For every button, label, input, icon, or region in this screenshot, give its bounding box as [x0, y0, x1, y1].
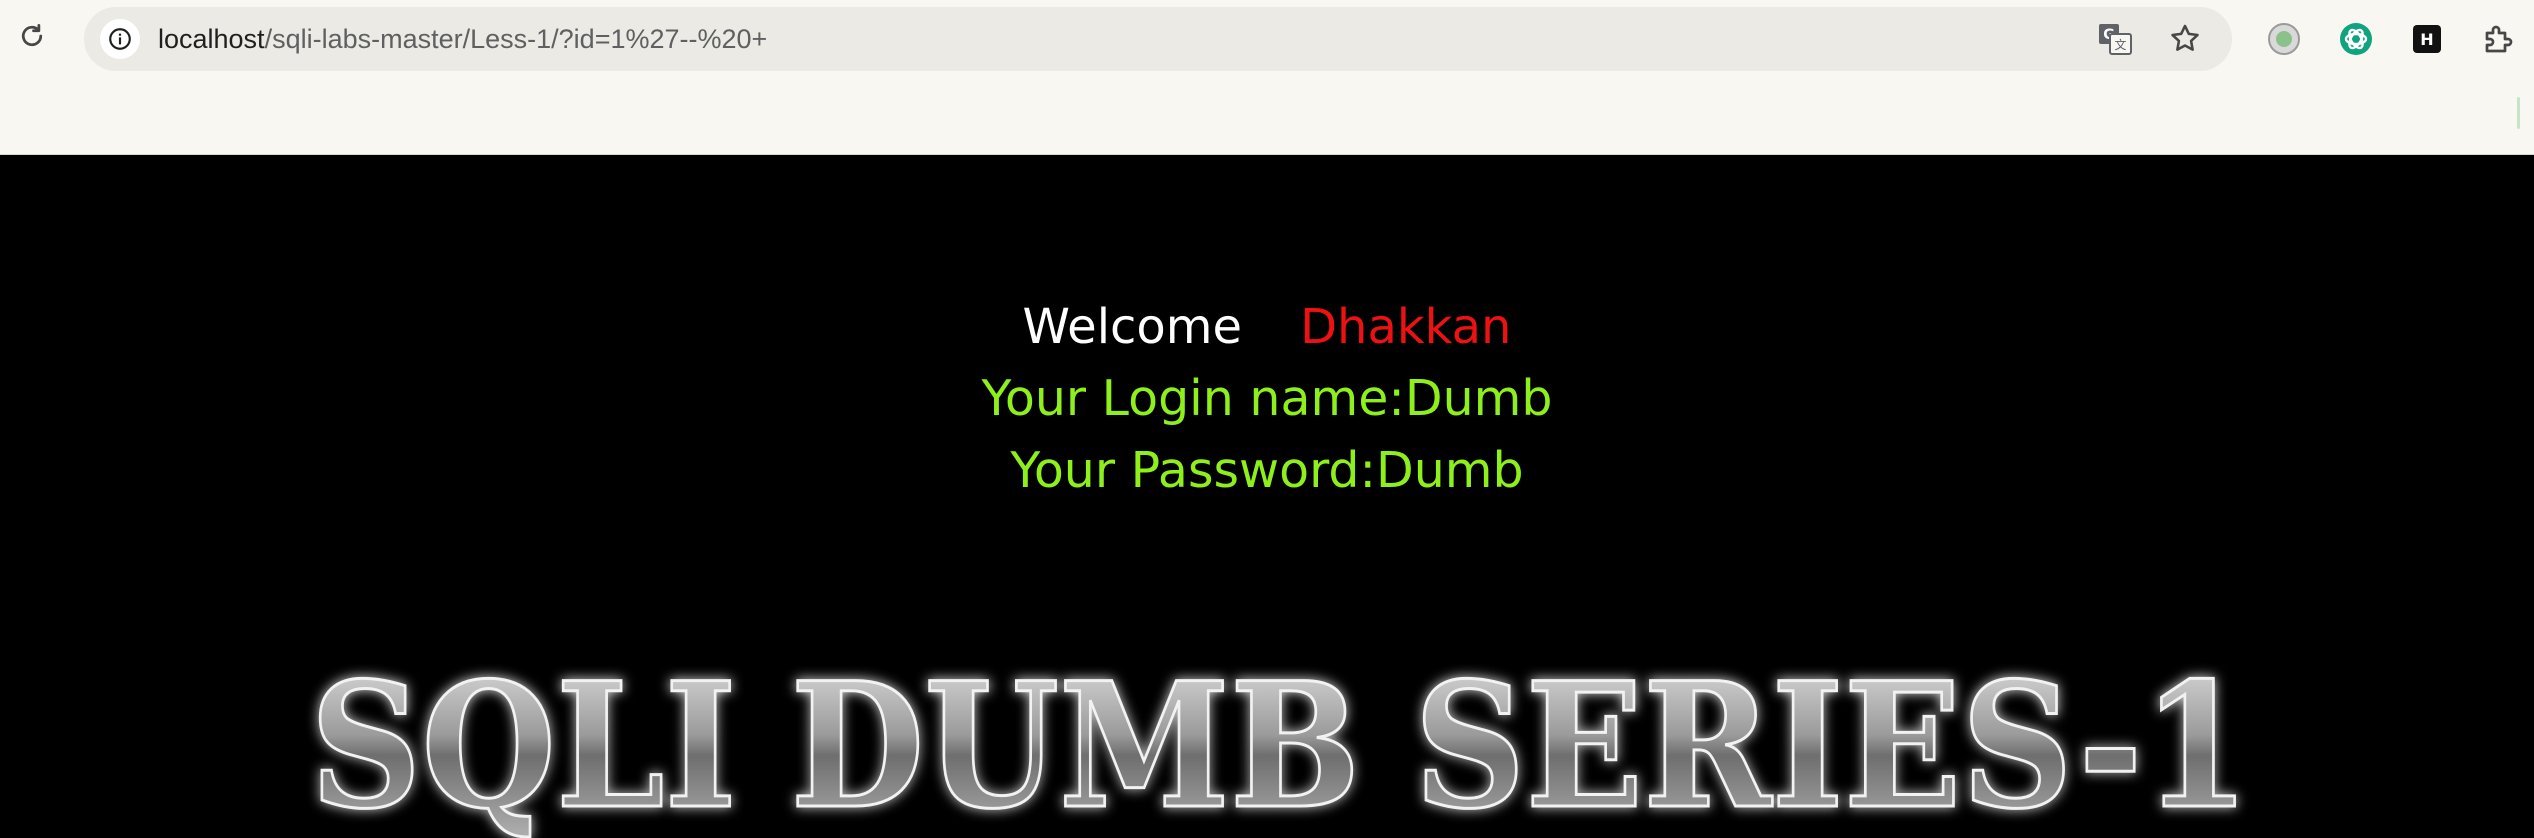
url-text[interactable]: localhost/sqli-labs-master/Less-1/?id=1%…	[158, 22, 767, 56]
sqli-dumb-series-banner: SQLI DUMB SERIES-1	[309, 646, 2252, 838]
url-host: localhost	[158, 24, 265, 54]
welcome-line: Welcome Dhakkan	[0, 296, 2534, 358]
password-text: Your Password:Dumb	[1010, 442, 1524, 499]
h-extension-icon[interactable]: H	[2408, 20, 2446, 58]
svg-text:H: H	[2420, 30, 2433, 49]
welcome-word: Welcome	[1022, 299, 1243, 355]
browser-toolbar: localhost/sqli-labs-master/Less-1/?id=1%…	[0, 0, 2534, 155]
star-icon[interactable]	[2166, 21, 2204, 57]
address-bar[interactable]: localhost/sqli-labs-master/Less-1/?id=1%…	[84, 7, 2232, 71]
chatgpt-icon[interactable]	[2337, 20, 2375, 58]
url-path: /sqli-labs-master/Less-1/?id=1%27--%20+	[264, 24, 768, 54]
page-content: Welcome Dhakkan Your Login name:Dumb Your…	[0, 156, 2534, 838]
login-name-text: Your Login name:Dumb	[981, 370, 1553, 427]
translate-icon[interactable]: G 文	[2096, 21, 2134, 57]
svg-text:文: 文	[2114, 37, 2126, 52]
banner-text: SQLI DUMB SERIES-1	[310, 646, 2250, 838]
puzzle-icon[interactable]	[2480, 20, 2518, 58]
welcome-name: Dhakkan	[1300, 299, 1512, 355]
info-icon[interactable]	[100, 19, 140, 59]
reload-button[interactable]	[14, 20, 50, 56]
circle-extension-icon[interactable]	[2265, 20, 2303, 58]
sidebar-indicator	[2517, 97, 2520, 129]
reload-icon	[17, 21, 47, 55]
